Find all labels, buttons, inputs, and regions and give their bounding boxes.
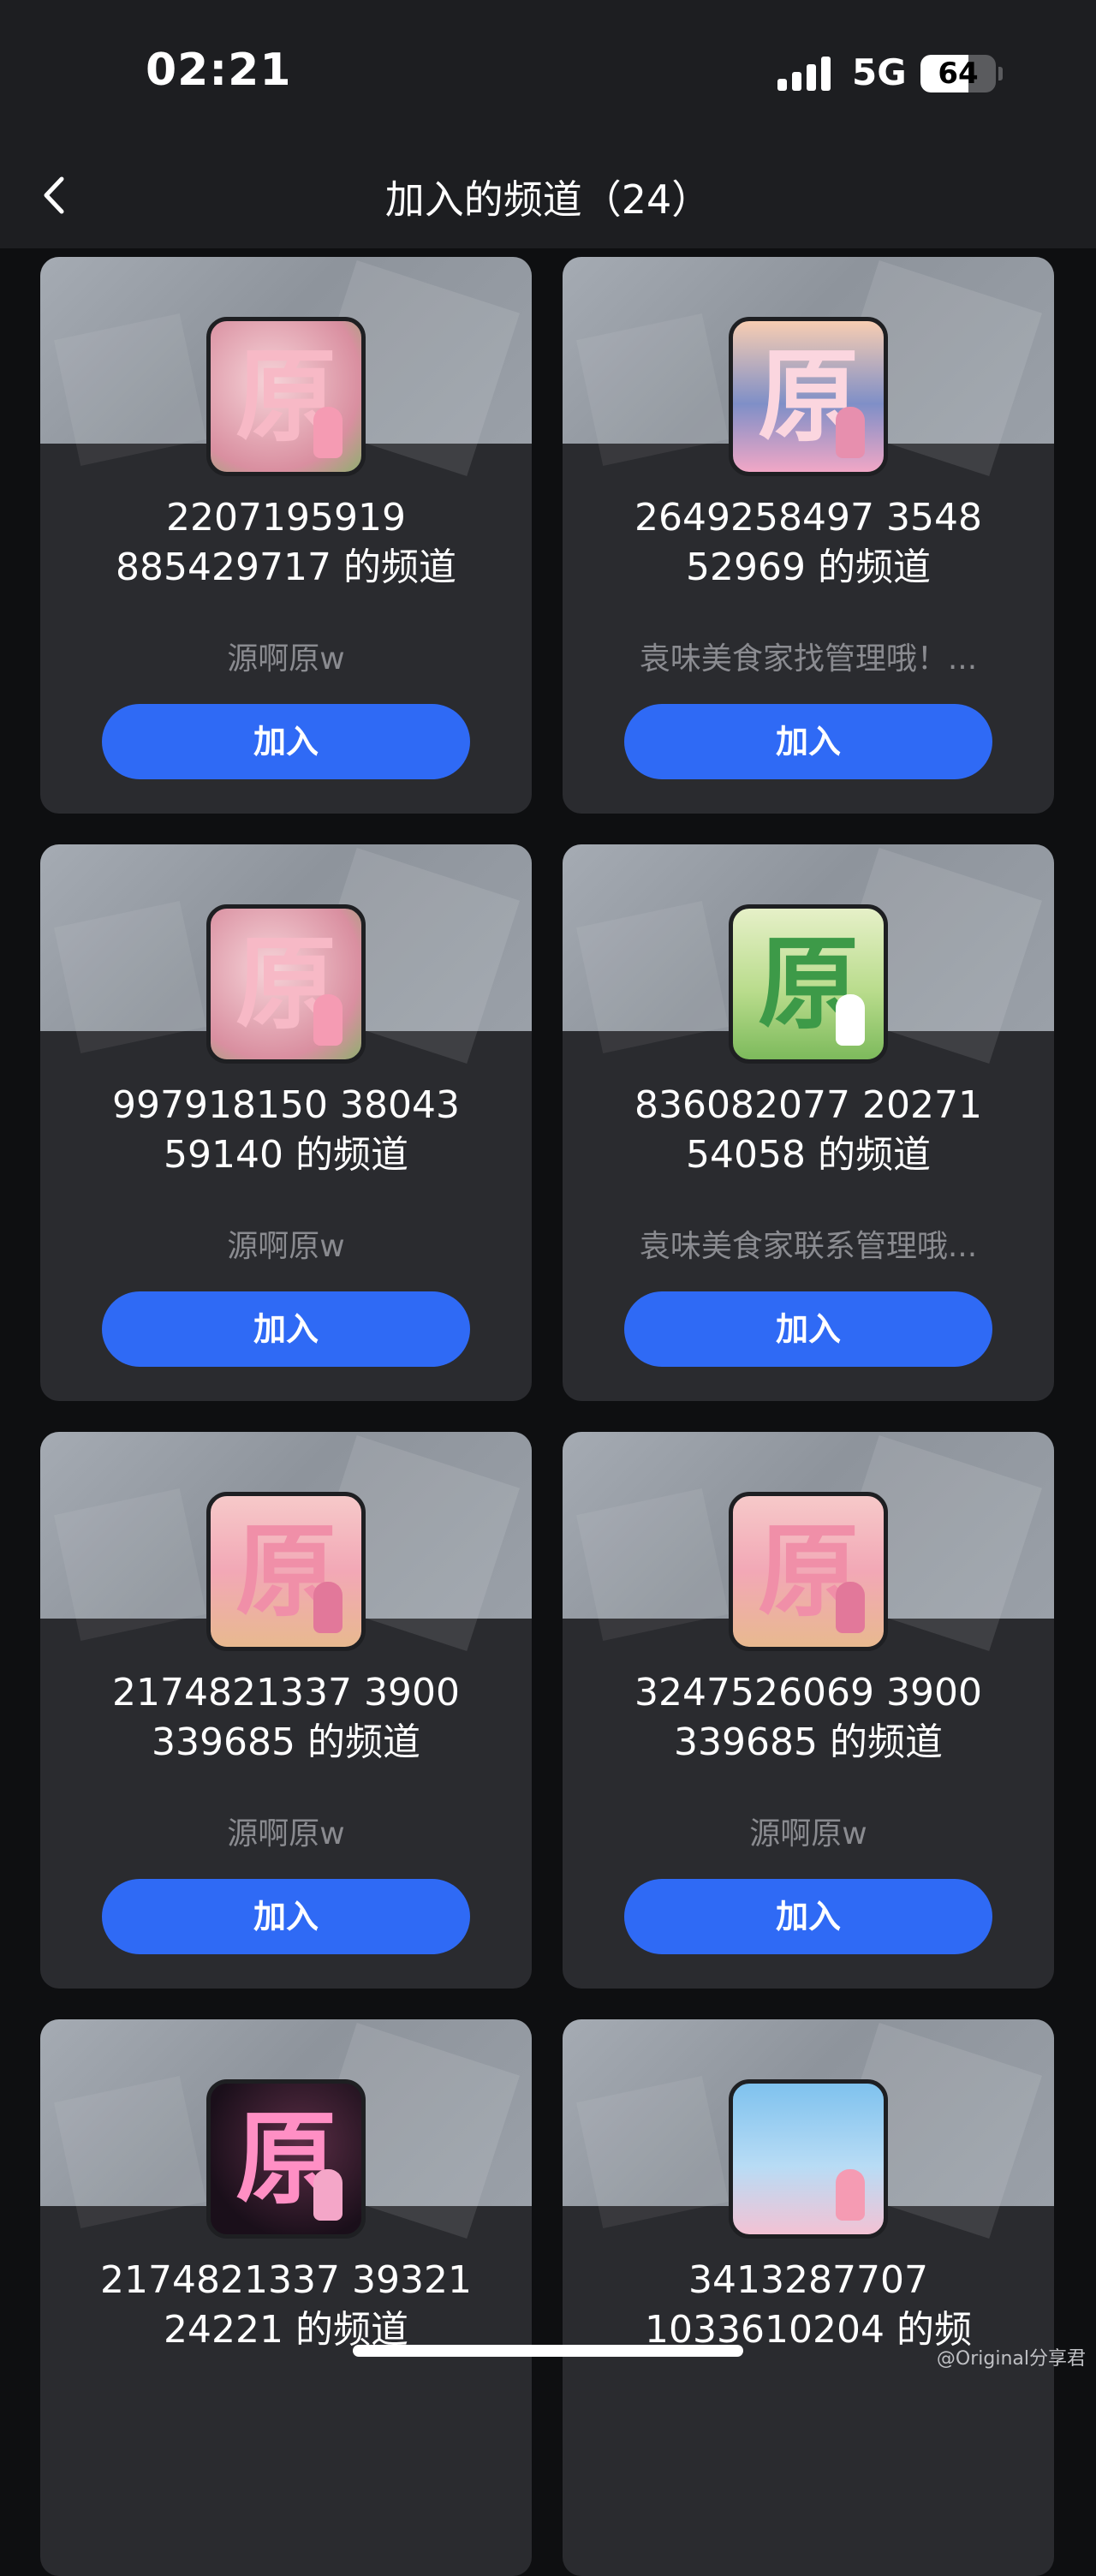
channel-avatar[interactable]: 原 [206, 904, 366, 1064]
join-button[interactable]: 加入 [624, 1291, 992, 1367]
channel-owner: 袁味美食家联系管理哦... [639, 1229, 978, 1264]
page-title: 加入的频道（24） [384, 176, 712, 223]
channel-card[interactable]: 原 2174821337 39321 24221 的频道 [40, 2019, 532, 2576]
channel-avatar[interactable]: 原 [206, 2079, 366, 2239]
channel-avatar[interactable]: 原 [729, 904, 888, 1064]
channel-name: 2207195919 885429717 的频道 [116, 496, 456, 589]
channel-card[interactable]: 原 836082077 20271 54058 的频道袁味美食家联系管理哦... 加… [563, 844, 1054, 1401]
channel-owner: 源啊原w [227, 641, 345, 677]
channel-owner: 源啊原w [227, 1816, 345, 1852]
channel-card[interactable]: 原 2207195919 885429717 的频道源啊原w 加入 [40, 257, 532, 814]
join-button[interactable]: 加入 [102, 704, 470, 779]
battery-tip [998, 67, 1003, 80]
channel-owner: 袁味美食家找管理哦！... [639, 641, 978, 677]
channel-owner: 源啊原w [227, 1229, 345, 1264]
join-button[interactable]: 加入 [102, 1291, 470, 1367]
join-button[interactable]: 加入 [624, 1879, 992, 1954]
avatar-figure [836, 1582, 865, 1633]
avatar-figure [313, 2169, 342, 2221]
channel-name: 2174821337 39321 24221 的频道 [100, 2258, 472, 2352]
battery-icon: 64 [920, 55, 996, 92]
status-bar: 02:21 5G 64 [0, 0, 1096, 141]
battery-percent: 64 [938, 57, 979, 91]
cellular-signal-icon [777, 57, 832, 91]
avatar-figure [836, 407, 865, 458]
channel-card[interactable]: 原 3247526069 3900 339685 的频道源啊原w 加入 [563, 1432, 1054, 1989]
join-button[interactable]: 加入 [624, 704, 992, 779]
channel-name: 997918150 38043 59140 的频道 [112, 1083, 460, 1177]
channel-name: 2174821337 3900 339685 的频道 [112, 1671, 460, 1764]
channel-name: 2649258497 3548 52969 的频道 [634, 496, 982, 589]
nav-bar: 加入的频道（24） [0, 141, 1096, 248]
avatar-figure [836, 994, 865, 1046]
status-time: 02:21 [146, 45, 292, 96]
channel-avatar[interactable]: 原 [206, 317, 366, 476]
channel-avatar[interactable]: 原 [206, 1492, 366, 1651]
home-indicator[interactable] [353, 2345, 743, 2357]
channel-card[interactable]: 原 2649258497 3548 52969 的频道袁味美食家找管理哦！... 加… [563, 257, 1054, 814]
channel-avatar[interactable] [729, 2079, 888, 2239]
avatar-figure [313, 407, 342, 458]
watermark: @Original分享君 [936, 2348, 1086, 2370]
channel-owner: 源啊原w [749, 1816, 867, 1852]
avatar-figure [313, 994, 342, 1046]
join-button[interactable]: 加入 [102, 1879, 470, 1954]
channel-card[interactable]: 原 2174821337 3900 339685 的频道源啊原w 加入 [40, 1432, 532, 1989]
channel-avatar[interactable]: 原 [729, 317, 888, 476]
channel-card[interactable]: 3413287707 1033610204 的频 [563, 2019, 1054, 2576]
avatar-figure [313, 1582, 342, 1633]
channel-name: 3413287707 1033610204 的频 [645, 2258, 972, 2352]
channel-name: 836082077 20271 54058 的频道 [634, 1083, 982, 1177]
channel-name: 3247526069 3900 339685 的频道 [634, 1671, 982, 1764]
network-type: 5G [852, 51, 907, 93]
channel-card[interactable]: 原 997918150 38043 59140 的频道源啊原w 加入 [40, 844, 532, 1401]
channel-avatar[interactable]: 原 [729, 1492, 888, 1651]
avatar-figure [836, 2169, 865, 2221]
